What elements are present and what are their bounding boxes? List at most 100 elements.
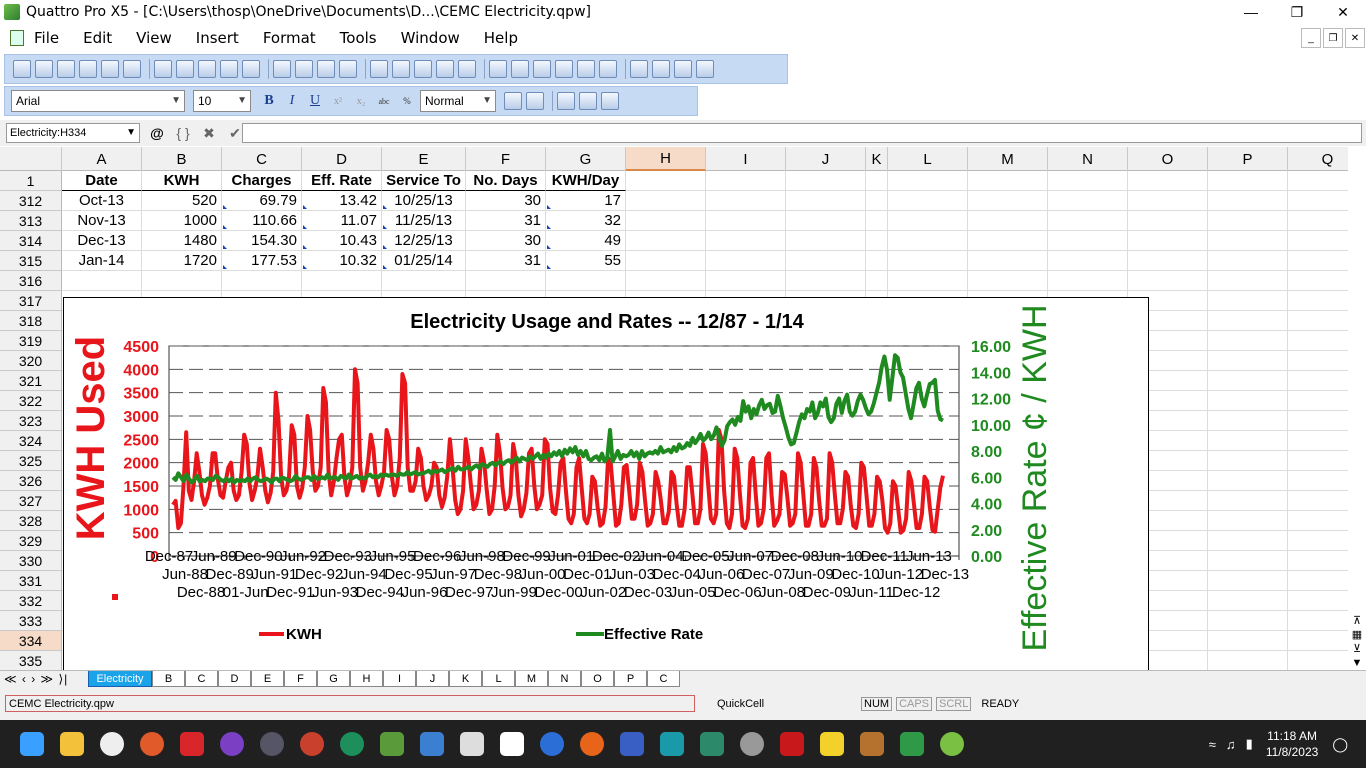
cell[interactable]	[786, 251, 866, 271]
sheet-tab-g[interactable]: G	[317, 671, 350, 687]
cell[interactable]	[786, 211, 866, 231]
cell[interactable]	[626, 231, 706, 251]
row-header[interactable]: 314	[0, 231, 62, 251]
cell[interactable]: Dec-13	[62, 231, 142, 251]
cell[interactable]: Jan-14	[62, 251, 142, 271]
cell[interactable]	[1208, 631, 1288, 651]
electricity-chart[interactable]: Electricity Usage and Rates -- 12/87 - 1…	[63, 297, 1149, 670]
menu-help[interactable]: Help	[484, 29, 518, 47]
volume-icon[interactable]: ♫	[1226, 737, 1236, 752]
cell[interactable]	[626, 211, 706, 231]
firefox-icon[interactable]	[580, 732, 604, 756]
style-select[interactable]: Normal ▼	[420, 90, 496, 112]
cell[interactable]	[1208, 251, 1288, 271]
sheet-tab-m[interactable]: M	[515, 671, 548, 687]
insert-row-icon[interactable]	[370, 60, 388, 78]
column-header-q[interactable]: Q	[1288, 147, 1348, 171]
cell[interactable]: Date	[62, 171, 142, 191]
new-icon[interactable]	[13, 60, 31, 78]
cell[interactable]	[1288, 351, 1348, 371]
snowflake-icon[interactable]	[652, 60, 670, 78]
cell[interactable]	[1208, 191, 1288, 211]
cell[interactable]: 12/25/13	[382, 231, 466, 251]
row-header[interactable]: 332	[0, 591, 62, 611]
cell[interactable]	[1288, 171, 1348, 191]
insert-column-icon[interactable]	[414, 60, 432, 78]
wifi-icon[interactable]: ≈	[1209, 737, 1216, 752]
cell[interactable]: 1480	[142, 231, 222, 251]
row-header[interactable]: 326	[0, 471, 62, 491]
superscript-icon[interactable]: x²	[328, 91, 348, 111]
cell[interactable]	[222, 271, 302, 291]
start-icon[interactable]	[20, 732, 44, 756]
cell[interactable]	[1288, 451, 1348, 471]
restore-icon[interactable]: ❐	[1274, 0, 1320, 24]
save-icon[interactable]	[57, 60, 75, 78]
row-header[interactable]: 315	[0, 251, 62, 271]
row-header[interactable]: 319	[0, 331, 62, 351]
cell[interactable]	[706, 171, 786, 191]
italic-button[interactable]: I	[282, 91, 302, 111]
menu-file[interactable]: File	[34, 29, 59, 47]
menu-edit[interactable]: Edit	[83, 29, 112, 47]
cell[interactable]	[1048, 271, 1128, 291]
cell[interactable]	[1208, 291, 1288, 311]
options-icon[interactable]	[696, 60, 714, 78]
cell[interactable]	[1288, 331, 1348, 351]
cell[interactable]	[706, 271, 786, 291]
column-header-d[interactable]: D	[302, 147, 382, 171]
doc-restore-icon[interactable]: ❐	[1323, 28, 1343, 48]
cell[interactable]	[1208, 571, 1288, 591]
cell[interactable]	[466, 271, 546, 291]
cell[interactable]	[1288, 591, 1348, 611]
row-header[interactable]: 322	[0, 391, 62, 411]
row-header[interactable]: 324	[0, 431, 62, 451]
select-all-corner[interactable]	[0, 147, 62, 171]
column-header-i[interactable]: I	[706, 147, 786, 171]
cell-reference-box[interactable]: Electricity:H334 ▼	[6, 123, 140, 143]
row-header[interactable]: 323	[0, 411, 62, 431]
column-header-g[interactable]: G	[546, 147, 626, 171]
cell[interactable]: 10/25/13	[382, 191, 466, 211]
column-header-c[interactable]: C	[222, 147, 302, 171]
menu-format[interactable]: Format	[263, 29, 316, 47]
font-select[interactable]: Arial ▼	[11, 90, 185, 112]
cell[interactable]	[706, 211, 786, 231]
sheet-tab-d[interactable]: D	[218, 671, 251, 687]
cell[interactable]	[706, 231, 786, 251]
sheet-tab-o[interactable]: O	[581, 671, 614, 687]
menu-view[interactable]: View	[136, 29, 172, 47]
cell[interactable]	[1048, 251, 1128, 271]
cell[interactable]	[1128, 191, 1208, 211]
app-globe-icon[interactable]	[300, 732, 324, 756]
cell[interactable]: 110.66	[222, 211, 302, 231]
cell[interactable]	[1128, 211, 1208, 231]
sheet-tab-k[interactable]: K	[449, 671, 482, 687]
spreadsheet-grid[interactable]: ABCDEFGHIJKLMNOPQ 1 Date KWH Charges Eff. Ra…	[0, 147, 1348, 670]
cell[interactable]	[1208, 451, 1288, 471]
cell[interactable]	[1288, 611, 1348, 631]
cell[interactable]	[866, 251, 888, 271]
cell[interactable]	[888, 251, 968, 271]
cell[interactable]	[786, 231, 866, 251]
cell[interactable]	[1288, 191, 1348, 211]
cell[interactable]	[1208, 471, 1288, 491]
cell[interactable]	[866, 191, 888, 211]
doc-close-icon[interactable]: ✕	[1345, 28, 1365, 48]
cell[interactable]	[1048, 171, 1128, 191]
cell[interactable]: 17	[546, 191, 626, 211]
column-header-n[interactable]: N	[1048, 147, 1128, 171]
cell[interactable]: 11/25/13	[382, 211, 466, 231]
cell[interactable]	[1208, 491, 1288, 511]
strikethrough-icon[interactable]: abc	[374, 91, 394, 111]
sheet-tab-h[interactable]: H	[350, 671, 383, 687]
column-header-f[interactable]: F	[466, 147, 546, 171]
cell[interactable]	[1208, 391, 1288, 411]
notepad-icon[interactable]	[420, 732, 444, 756]
row-header[interactable]: 316	[0, 271, 62, 291]
cell[interactable]	[1288, 571, 1348, 591]
delete-row-icon[interactable]	[392, 60, 410, 78]
app-red-icon[interactable]	[180, 732, 204, 756]
row-header[interactable]: 334	[0, 631, 62, 651]
vertical-scrollbar[interactable]: ⊼ ▦ ⊻ ▼	[1348, 147, 1366, 670]
